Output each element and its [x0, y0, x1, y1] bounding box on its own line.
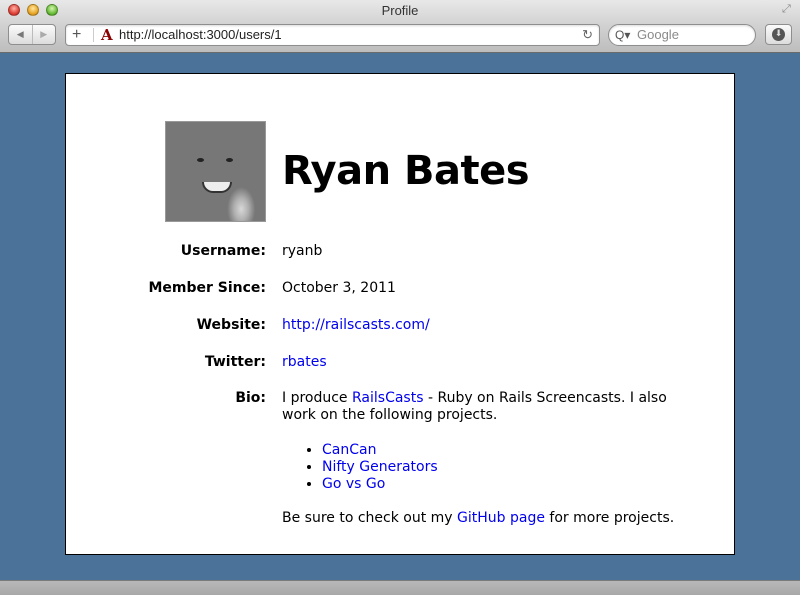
member-since-value: October 3, 2011 [282, 280, 396, 296]
avatar-eye-left [197, 158, 204, 162]
back-arrow-icon: ◀ [16, 29, 24, 40]
address-bar-divider [93, 28, 94, 42]
field-label: Website: [196, 317, 266, 333]
forward-button[interactable]: ▶ [31, 25, 56, 44]
forward-arrow-icon: ▶ [40, 29, 48, 40]
status-bar [0, 580, 800, 595]
website-link[interactable]: http://railscasts.com/ [282, 317, 430, 333]
search-field[interactable]: Q▾ Google [608, 24, 756, 46]
list-item: Go vs Go [322, 476, 702, 493]
reload-icon[interactable]: ↻ [582, 25, 593, 45]
bio-text: Be sure to check out my [282, 510, 458, 526]
railscasts-link[interactable]: RailsCasts [352, 390, 424, 406]
url-input[interactable]: http://localhost:3000/users/1 [119, 25, 282, 45]
field-label: Username: [180, 243, 266, 259]
window-title: Profile [381, 3, 419, 18]
twitter-link[interactable]: rbates [282, 354, 327, 370]
address-bar[interactable]: + A http://localhost:3000/users/1 ↻ [65, 24, 600, 46]
list-item: Nifty Generators [322, 459, 702, 476]
avatar [165, 121, 266, 222]
bio-text: for more projects. [544, 510, 675, 526]
back-button[interactable]: ◀ [9, 25, 32, 44]
downloads-button[interactable]: ⬇ [765, 24, 792, 45]
bio-content: I produce RailsCasts - Ruby on Rails Scr… [282, 390, 702, 527]
bio-outro: Be sure to check out my GitHub page for … [282, 510, 702, 527]
browser-toolbar: Profile ⤢ ◀ ▶ + A http://localhost:3000/… [0, 0, 800, 53]
project-link-nifty-generators[interactable]: Nifty Generators [322, 459, 438, 475]
download-arrow-icon: ⬇ [772, 28, 785, 41]
username-value: ryanb [282, 243, 323, 259]
bio-text: I produce [282, 390, 352, 406]
field-label: Bio: [235, 390, 266, 406]
list-item: CanCan [322, 442, 702, 459]
project-link-cancan[interactable]: CanCan [322, 442, 376, 458]
github-link[interactable]: GitHub page [457, 510, 545, 526]
field-label: Member Since: [148, 280, 266, 296]
projects-list: CanCan Nifty Generators Go vs Go [322, 442, 702, 493]
project-link-go-vs-go[interactable]: Go vs Go [322, 476, 385, 492]
avatar-eye-right [226, 158, 233, 162]
field-label: Twitter: [204, 354, 266, 370]
avatar-smile [202, 182, 232, 193]
add-bookmark-button[interactable]: + [72, 25, 81, 45]
back-forward-buttons: ◀ ▶ [8, 24, 56, 45]
search-input[interactable]: Google [637, 25, 679, 45]
bio-intro: I produce RailsCasts - Ruby on Rails Scr… [282, 390, 702, 424]
fullscreen-icon[interactable]: ⤢ [782, 3, 794, 15]
profile-panel: Ryan Bates Username: ryanb Member Since:… [65, 73, 735, 555]
search-icon[interactable]: Q▾ [615, 25, 630, 45]
profile-name: Ryan Bates [282, 148, 530, 194]
favicon-icon: A [101, 26, 113, 44]
